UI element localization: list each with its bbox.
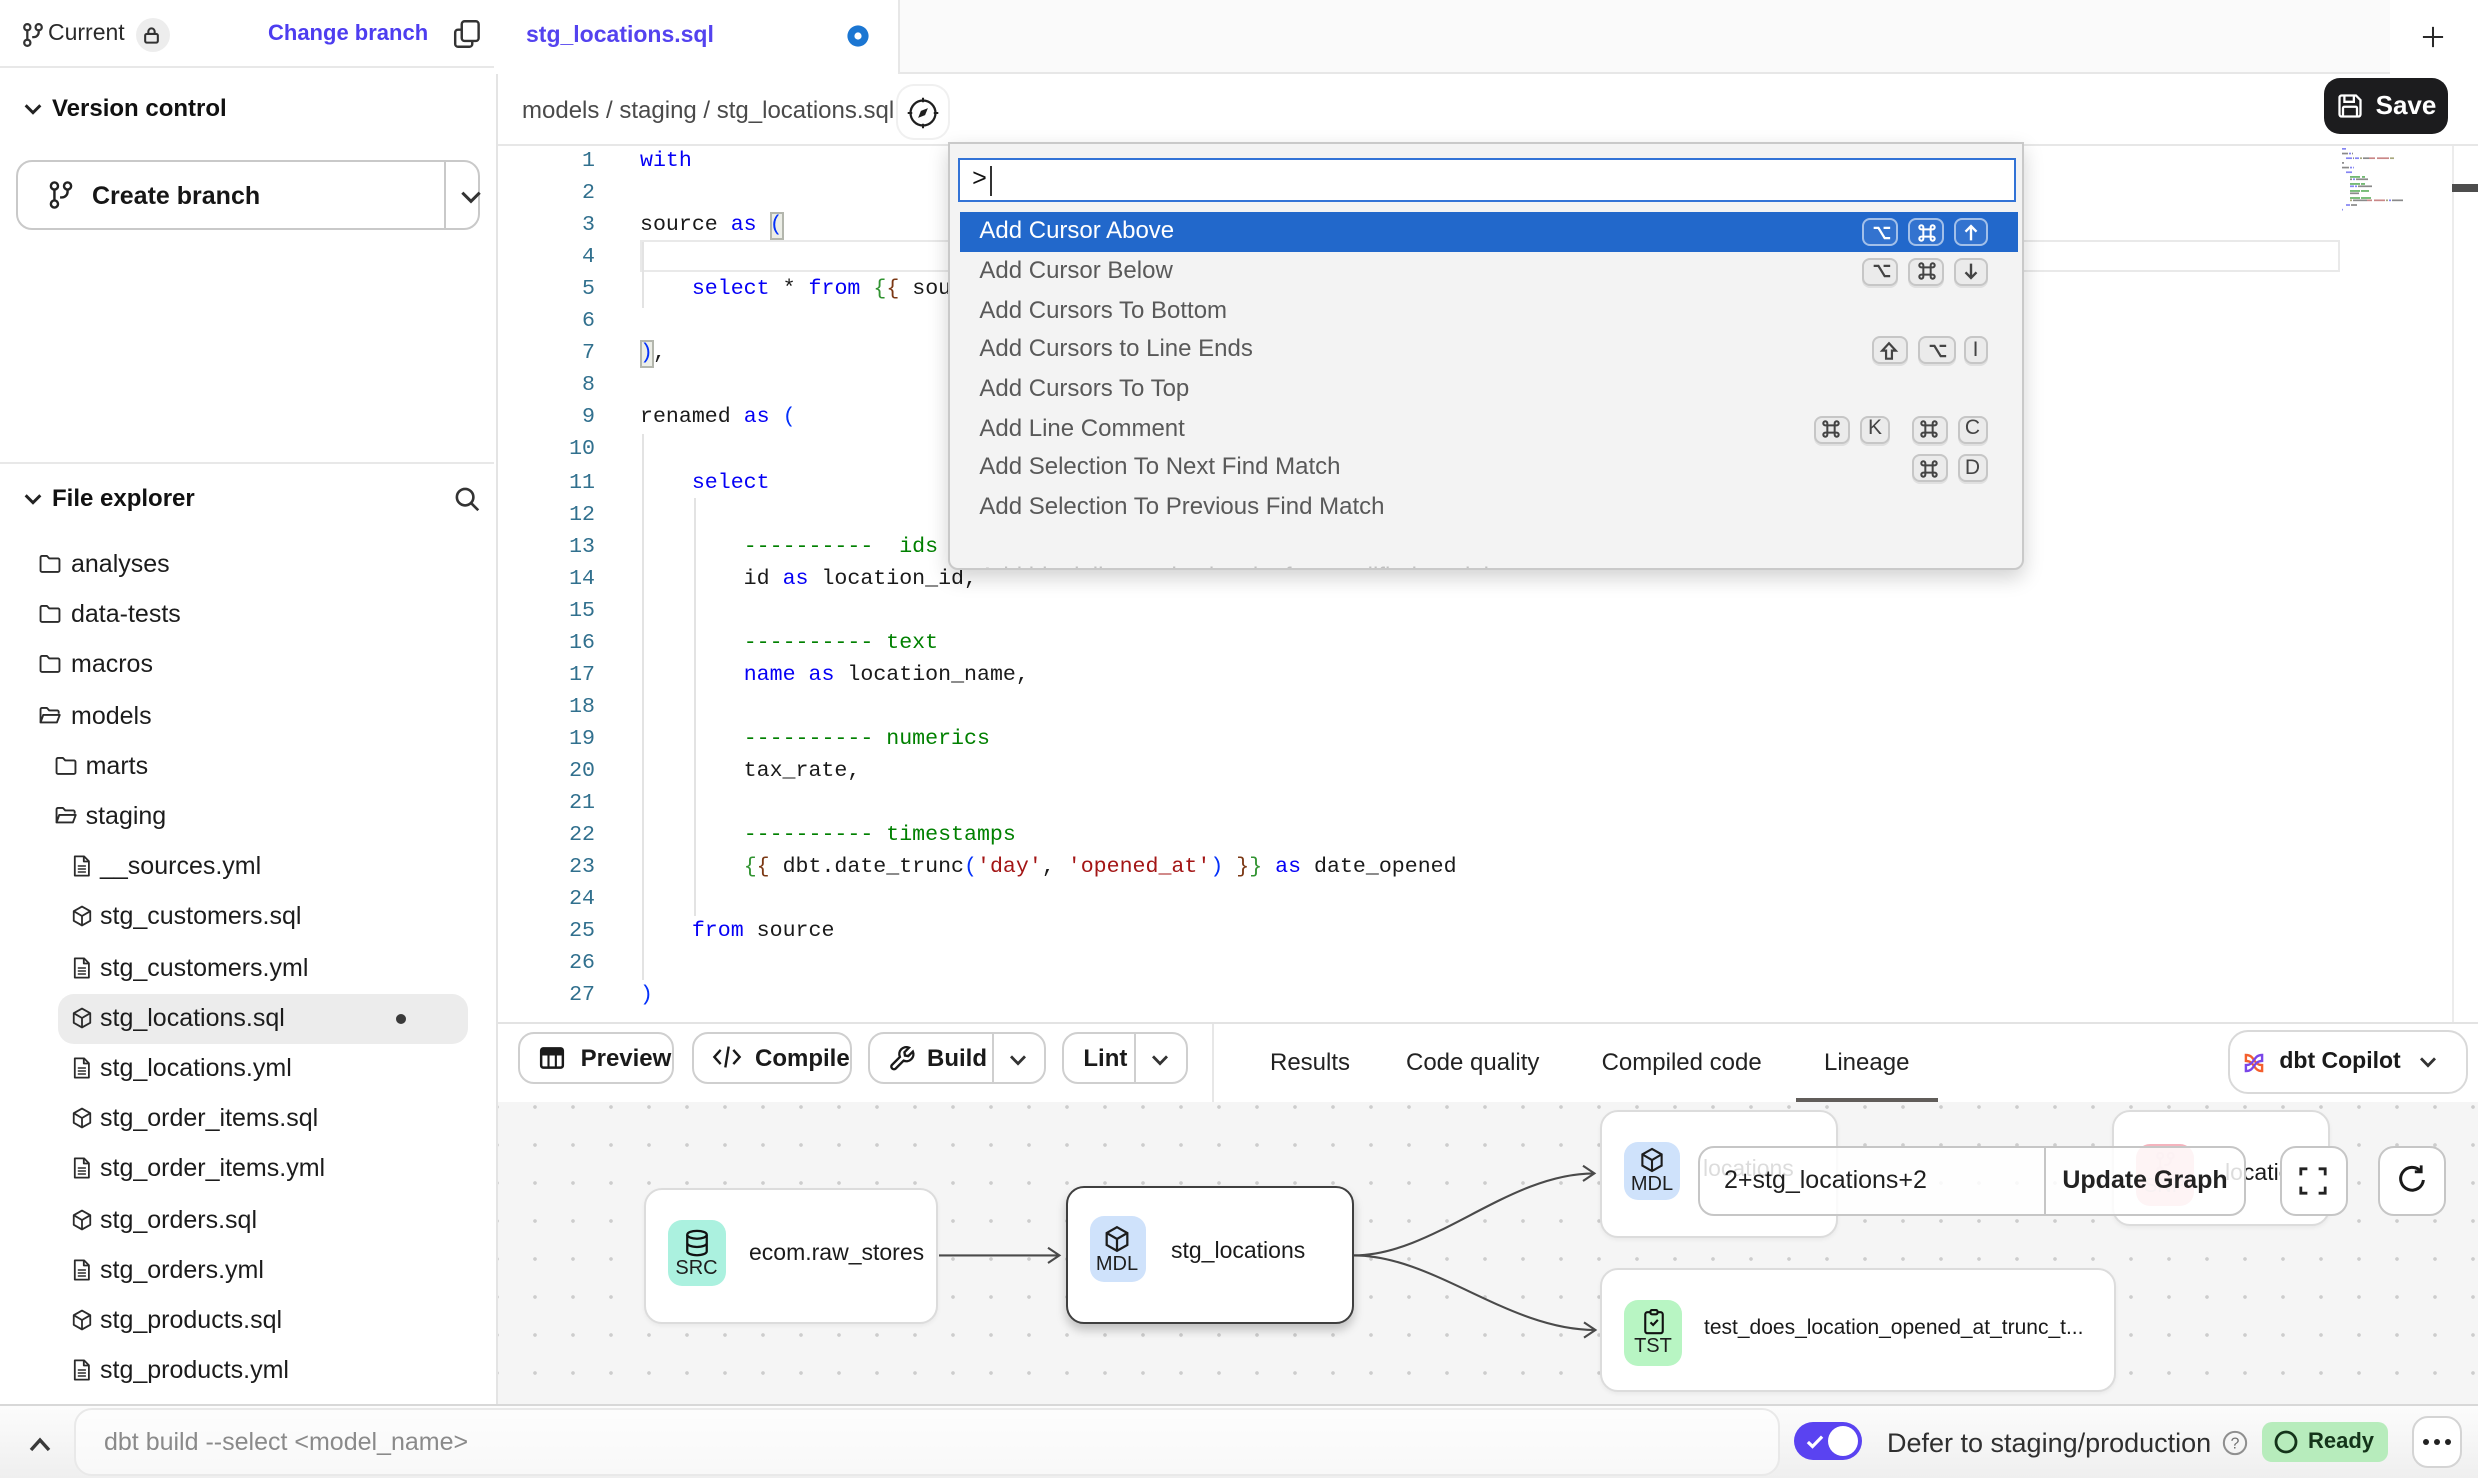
svg-text:?: ? — [2230, 1435, 2239, 1452]
